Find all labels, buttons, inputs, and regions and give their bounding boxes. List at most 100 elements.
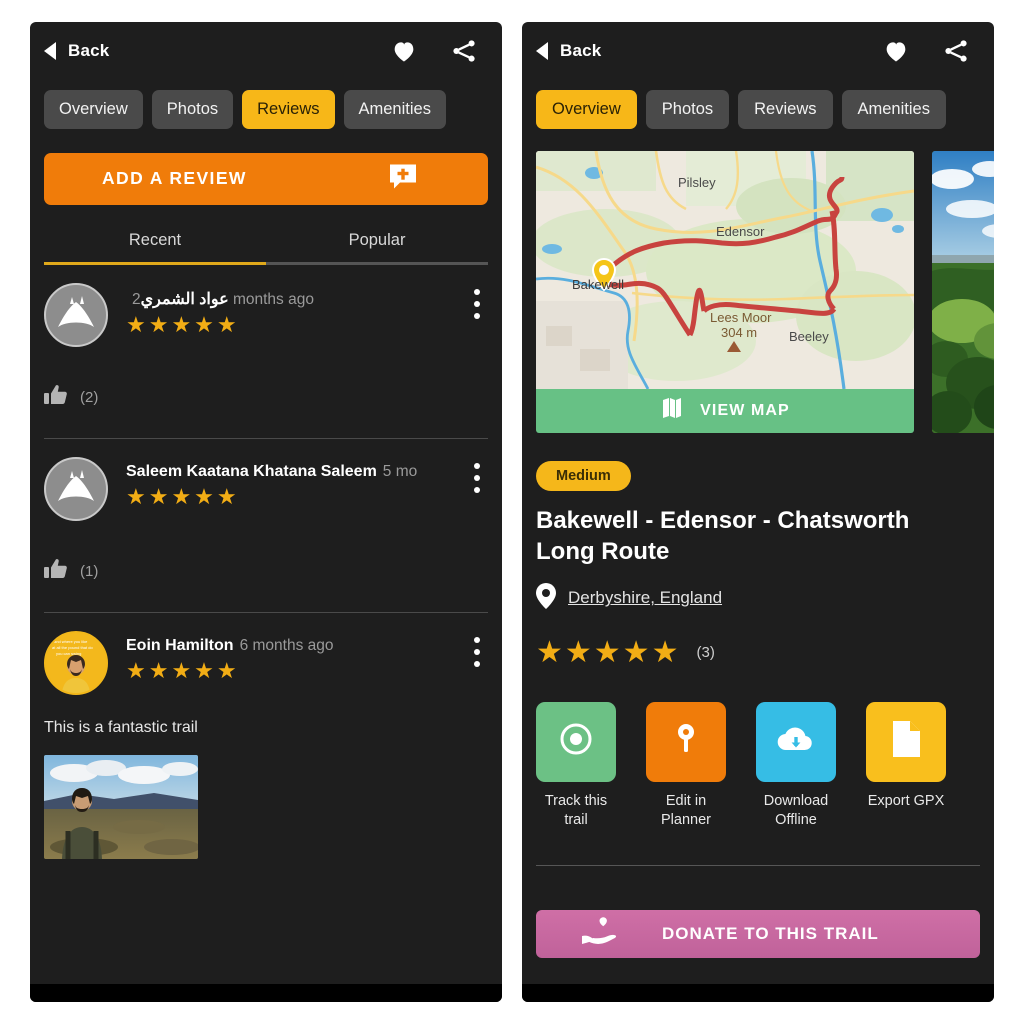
tab-photos[interactable]: Photos	[151, 90, 234, 129]
review-time: 5 mo	[382, 462, 418, 480]
export-gpx-button[interactable]: Export GPX	[866, 701, 946, 831]
share-icon[interactable]	[450, 37, 478, 65]
add-comment-icon	[388, 162, 418, 195]
review-options-button[interactable]	[474, 636, 480, 673]
top-bar: Back	[30, 22, 502, 80]
location-row[interactable]: Derbyshire, England	[536, 582, 980, 614]
review-body-text: This is a fantastic trail	[44, 718, 198, 736]
system-nav-bar	[522, 984, 994, 1002]
thumbs-up-icon	[44, 557, 70, 586]
tab-amenities[interactable]: Amenities	[343, 90, 446, 129]
back-button[interactable]: Back	[44, 41, 109, 61]
review-options-button[interactable]	[474, 288, 480, 325]
track-button-tile	[536, 701, 616, 782]
svg-text:Bakewell: Bakewell	[572, 277, 624, 292]
back-arrow-icon	[44, 42, 56, 60]
review-item: and where you like at all the pound that…	[44, 613, 488, 859]
trail-photo-thumbnail[interactable]	[932, 150, 994, 433]
edit-in-planner-button[interactable]: Edit in Planner	[646, 701, 726, 831]
difficulty-badge: Medium	[536, 460, 631, 491]
tab-reviews[interactable]: Reviews	[738, 90, 833, 129]
review-time: 6 months ago	[239, 636, 334, 654]
top-bar: Back	[522, 22, 994, 80]
cloud-download-icon	[775, 723, 817, 760]
map-card[interactable]: Pilsley Edensor Bakewell Lees Moor 304 m…	[536, 150, 914, 433]
review-item: Saleem Kaatana Khatana Saleem 5 mo ★★★★★ …	[44, 439, 488, 613]
top-bar-actions	[390, 37, 478, 65]
thumbs-up-icon	[44, 383, 70, 412]
overview-screen-panel: Back Overview Photos Reviews Amenities P…	[522, 22, 994, 1002]
reviews-screen-panel: Back Overview Photos Reviews Amenities A…	[30, 22, 502, 1002]
donate-label: DONATE TO THIS TRAIL	[662, 924, 879, 943]
review-likes[interactable]: (1)	[44, 557, 488, 586]
review-stars: ★★★★★	[126, 483, 240, 509]
review-stars: ★★★★★	[126, 311, 240, 337]
review-like-count: (2)	[80, 388, 99, 406]
export-button-tile	[866, 701, 946, 782]
back-arrow-icon	[536, 42, 548, 60]
track-button-label: Track this trail	[544, 792, 608, 829]
sort-tab-popular[interactable]: Popular	[266, 231, 488, 262]
back-label: Back	[560, 41, 602, 60]
review-header: عواد الشمري2 months ago ★★★★★	[44, 282, 488, 347]
location-link[interactable]: Derbyshire, England	[568, 588, 722, 608]
review-stars: ★★★★★	[126, 657, 240, 683]
donate-button[interactable]: DONATE TO THIS TRAIL	[536, 910, 980, 958]
page-title: Bakewell - Edensor - Chatsworth Long Rou…	[536, 506, 910, 565]
svg-text:and where you like: and where you like	[54, 639, 88, 644]
overview-content: Pilsley Edensor Bakewell Lees Moor 304 m…	[522, 150, 994, 958]
tab-overview[interactable]: Overview	[44, 90, 143, 129]
divider	[536, 865, 980, 866]
download-button-tile	[756, 701, 836, 782]
back-button[interactable]: Back	[536, 41, 601, 61]
tab-overview[interactable]: Overview	[536, 90, 637, 129]
review-author-line: عواد الشمري2 months ago	[126, 289, 314, 309]
review-author: عواد الشمري	[140, 290, 229, 308]
rating-stars: ★★★★★	[536, 635, 681, 669]
add-review-button[interactable]: ADD A REVIEW	[44, 152, 488, 205]
screenshot-root: Back Overview Photos Reviews Amenities A…	[0, 0, 1024, 1024]
review-header: and where you like at all the pound that…	[44, 630, 488, 695]
map-and-photo-row: Pilsley Edensor Bakewell Lees Moor 304 m…	[536, 150, 994, 433]
map-preview[interactable]: Pilsley Edensor Bakewell Lees Moor 304 m…	[536, 150, 914, 389]
add-review-label: ADD A REVIEW	[102, 168, 247, 188]
svg-text:Beeley: Beeley	[789, 329, 829, 344]
download-offline-button[interactable]: Download Offline	[756, 701, 836, 831]
sort-tab-bar: Recent Popular	[44, 231, 488, 262]
tab-reviews[interactable]: Reviews	[242, 90, 335, 129]
reviews-content: ADD A REVIEW Recent Popular عواد الشمري2…	[30, 152, 502, 859]
tab-photos[interactable]: Photos	[645, 90, 730, 129]
edit-button-label: Edit in Planner	[661, 792, 711, 829]
review-meta: عواد الشمري2 months ago ★★★★★	[126, 283, 314, 336]
review-meta: Saleem Kaatana Khatana Saleem 5 mo ★★★★★	[126, 457, 417, 508]
review-attached-photo[interactable]	[44, 754, 198, 859]
view-map-label: VIEW MAP	[700, 401, 790, 419]
review-author: Eoin Hamilton	[126, 636, 234, 654]
review-item: عواد الشمري2 months ago ★★★★★ (2)	[44, 265, 488, 439]
review-author-line: Eoin Hamilton 6 months ago	[126, 637, 334, 655]
avatar: and where you like at all the pound that…	[44, 630, 108, 695]
heart-icon[interactable]	[390, 37, 418, 65]
svg-text:at all the pound that do: at all the pound that do	[52, 645, 93, 650]
review-author: Saleem Kaatana Khatana Saleem	[126, 462, 377, 480]
review-header: Saleem Kaatana Khatana Saleem 5 mo ★★★★★	[44, 456, 488, 521]
heart-icon[interactable]	[882, 37, 910, 65]
left-panel-body: Back Overview Photos Reviews Amenities A…	[30, 22, 502, 984]
share-icon[interactable]	[942, 37, 970, 65]
file-icon	[890, 719, 922, 764]
view-map-button[interactable]: VIEW MAP	[536, 388, 914, 433]
avatar	[44, 282, 108, 347]
hand-heart-icon	[580, 916, 620, 952]
tab-amenities[interactable]: Amenities	[841, 90, 946, 129]
review-options-button[interactable]	[474, 462, 480, 499]
right-panel-body: Back Overview Photos Reviews Amenities P…	[522, 22, 994, 984]
map-icon	[660, 396, 684, 425]
export-button-label: Export GPX	[867, 792, 945, 809]
review-meta: Eoin Hamilton 6 months ago ★★★★★	[126, 631, 334, 682]
svg-text:Lees Moor: Lees Moor	[710, 310, 772, 325]
track-this-trail-button[interactable]: Track this trail	[536, 701, 616, 831]
action-buttons-row: Track this trail Edit in Planner Downloa…	[536, 701, 980, 831]
sort-tab-recent[interactable]: Recent	[44, 231, 266, 262]
download-button-label: Download Offline	[763, 792, 829, 829]
review-likes[interactable]: (2)	[44, 383, 488, 412]
